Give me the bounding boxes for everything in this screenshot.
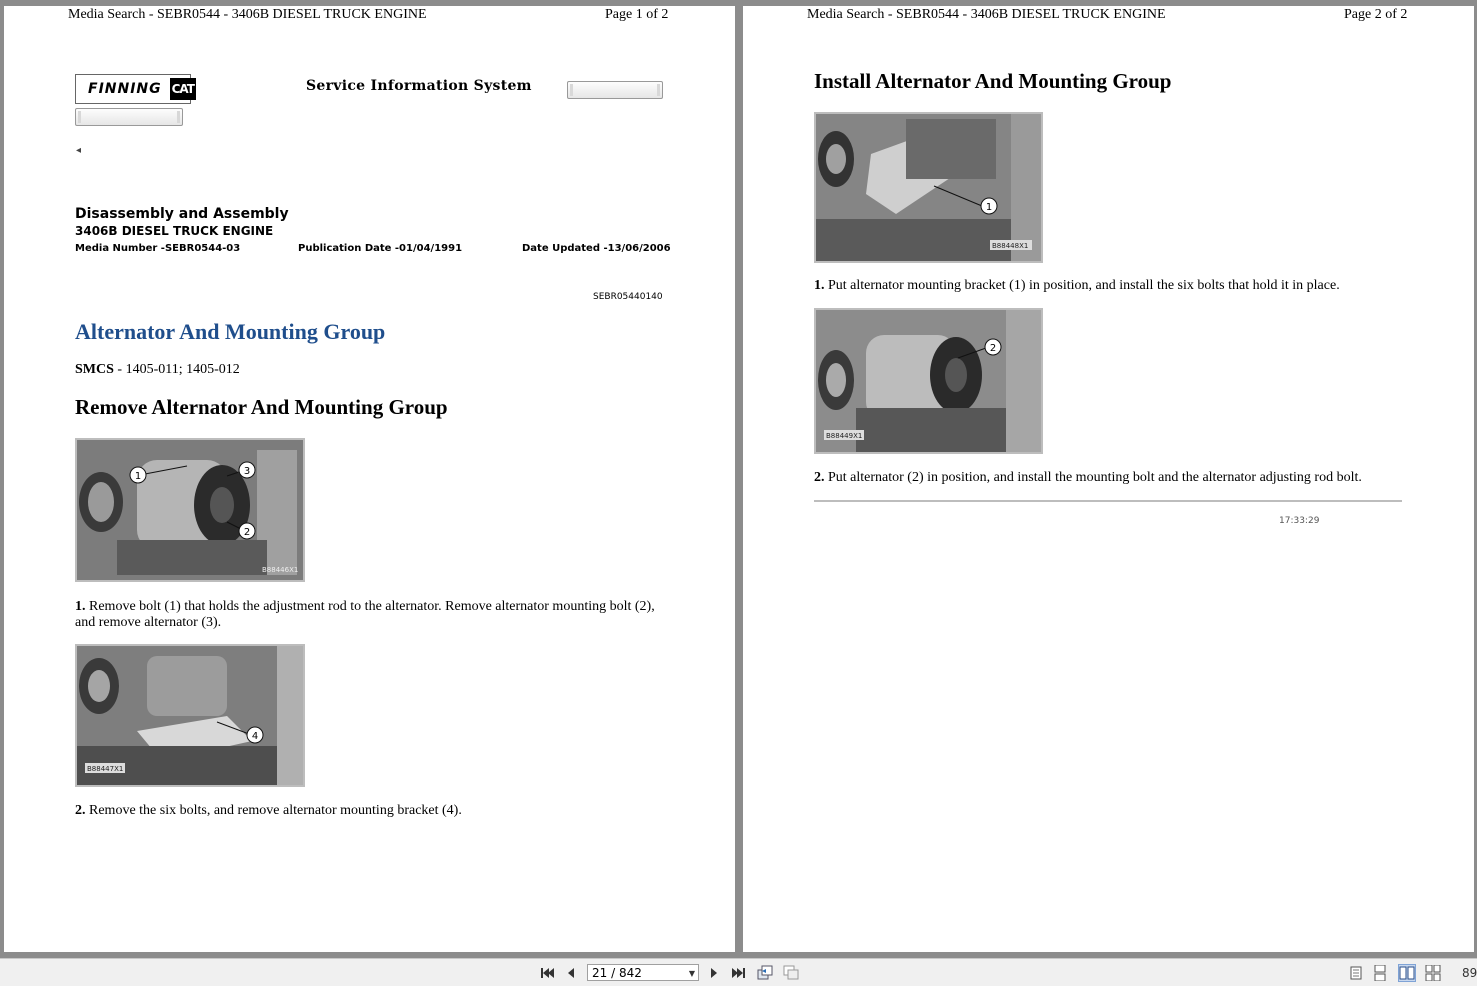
page-indicator: 21 / 842: [592, 966, 642, 980]
timestamp: 17:33:29: [1279, 516, 1320, 526]
media-number: Media Number -SEBR0544-03: [75, 243, 241, 254]
section-title: Alternator And Mounting Group: [75, 319, 386, 344]
single-page-view-icon[interactable]: [1347, 964, 1365, 982]
callout-4: 4: [252, 731, 258, 742]
step-text: Put alternator (2) in position, and inst…: [824, 470, 1362, 485]
document-page-2: Media Search - SEBR0544 - 3406B DIESEL T…: [743, 6, 1474, 952]
bracket-install-photo: 1 B88448X1: [814, 112, 1043, 263]
alternator-removal-photo: 1 3 2 B88446X1: [75, 438, 305, 582]
image-tag: B88447X1: [87, 765, 123, 773]
remove-step-2: 2. Remove the six bolts, and remove alte…: [75, 803, 665, 819]
viewer-toolbar: 21 / 842 ▼ 89: [0, 958, 1477, 986]
back-arrow-icon[interactable]: ◂: [76, 145, 81, 156]
sis-header-button[interactable]: [567, 81, 663, 99]
remove-step-1: 1. Remove bolt (1) that holds the adjust…: [75, 599, 665, 631]
image-tag: B88446X1: [262, 566, 298, 574]
bracket-removal-photo: 4 B88447X1: [75, 644, 305, 787]
smcs-label: SMCS: [75, 362, 114, 377]
logo-finning-text: FINNING: [88, 81, 162, 97]
step-text: Remove bolt (1) that holds the adjustmen…: [75, 599, 655, 630]
finning-cat-logo: FINNING CAT: [75, 74, 196, 104]
page-header-title: Media Search - SEBR0544 - 3406B DIESEL T…: [68, 7, 427, 22]
callout-1: 1: [986, 202, 992, 213]
divider: [814, 500, 1402, 502]
step-number: 2.: [814, 470, 825, 485]
install-step-1: 1. Put alternator mounting bracket (1) i…: [814, 278, 1434, 294]
install-step-2: 2. Put alternator (2) in position, and i…: [814, 470, 1434, 486]
zoom-level[interactable]: 89: [1462, 966, 1477, 980]
smcs-value: - 1405-011; 1405-012: [113, 362, 240, 377]
page-header-number: Page 2 of 2: [1344, 7, 1408, 22]
continuous-view-icon[interactable]: [1371, 964, 1389, 982]
smcs-line: SMCS - 1405-011; 1405-012: [75, 362, 240, 378]
forward-view-icon[interactable]: [783, 965, 799, 981]
document-page-1: Media Search - SEBR0544 - 3406B DIESEL T…: [4, 6, 735, 952]
back-view-icon[interactable]: [757, 965, 773, 981]
publication-date: Publication Date -01/04/1991: [298, 243, 463, 254]
date-updated: Date Updated -13/06/2006: [522, 243, 671, 254]
sis-title: Service Information System: [306, 78, 532, 94]
step-text: Put alternator mounting bracket (1) in p…: [824, 278, 1340, 293]
next-page-icon[interactable]: [706, 965, 722, 981]
image-tag: B88448X1: [992, 242, 1028, 250]
step-number: 2.: [75, 803, 86, 818]
callout-2: 2: [990, 343, 996, 354]
last-page-icon[interactable]: [731, 965, 747, 981]
first-page-icon[interactable]: [539, 965, 555, 981]
chevron-down-icon[interactable]: ▼: [689, 965, 695, 982]
install-title: Install Alternator And Mounting Group: [814, 69, 1172, 93]
previous-page-icon[interactable]: [563, 965, 579, 981]
page-header-number: Page 1 of 2: [605, 7, 669, 22]
page-header-title: Media Search - SEBR0544 - 3406B DIESEL T…: [807, 7, 1166, 22]
remove-title: Remove Alternator And Mounting Group: [75, 395, 448, 419]
logo-cat-text: CAT: [169, 78, 196, 100]
callout-1: 1: [135, 471, 141, 482]
doc-title: Disassembly and Assembly: [75, 206, 289, 222]
step-number: 1.: [814, 278, 825, 293]
sis-nav-button[interactable]: [75, 108, 183, 126]
two-page-view-icon[interactable]: [1398, 964, 1416, 982]
two-page-continuous-view-icon[interactable]: [1424, 964, 1442, 982]
page-number-input[interactable]: 21 / 842 ▼: [587, 964, 699, 981]
callout-3: 3: [244, 466, 250, 477]
step-text: Remove the six bolts, and remove alterna…: [85, 803, 462, 818]
doc-subtitle: 3406B DIESEL TRUCK ENGINE: [75, 224, 274, 238]
callout-2: 2: [244, 527, 250, 538]
alternator-install-photo: 2 B88449X1: [814, 308, 1043, 454]
step-number: 1.: [75, 599, 86, 614]
image-tag: B88449X1: [826, 432, 862, 440]
reference-number: SEBR05440140: [593, 292, 663, 302]
